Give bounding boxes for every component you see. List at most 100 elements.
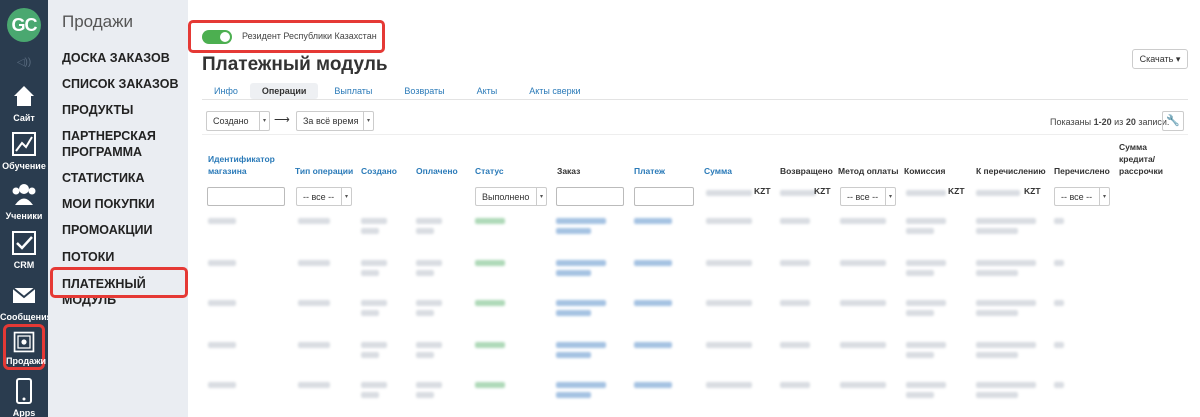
table-cell[interactable] (556, 228, 591, 234)
table-cell (1054, 382, 1064, 388)
table-cell[interactable] (634, 382, 672, 388)
col-operation-type[interactable]: Тип операции (295, 165, 353, 177)
table-cell[interactable] (556, 260, 606, 266)
table-cell (361, 342, 387, 348)
date-range-value: За всё время (303, 116, 359, 126)
amount-currency: KZT (754, 186, 771, 196)
table-cell (361, 218, 387, 224)
rail-item-label: Обучение (2, 161, 46, 171)
table-cell (475, 300, 505, 306)
table-cell[interactable] (556, 382, 606, 388)
gc-logo[interactable]: GC (7, 8, 41, 42)
download-label: Скачать (1139, 54, 1174, 64)
status-filter[interactable]: Выполнено ▾ (475, 187, 547, 206)
tab-payouts[interactable]: Выплаты (318, 83, 388, 99)
rail-item-learning[interactable]: Обучение (0, 130, 48, 171)
table-cell (706, 300, 752, 306)
table-cell (361, 300, 387, 306)
menu-item-products[interactable]: Продукты (62, 102, 184, 118)
table-cell (976, 310, 1018, 316)
tab-info[interactable]: Инфо (202, 83, 250, 99)
caret-down-icon: ▾ (1099, 188, 1109, 206)
col-paid[interactable]: Оплачено (416, 165, 458, 177)
col-created[interactable]: Создано (361, 165, 397, 177)
pagination-summary: Показаны 1-20 из 20 записи. (1050, 117, 1169, 127)
date-range-select[interactable]: За всё время ▾ (296, 111, 374, 131)
table-cell (840, 260, 886, 266)
table-cell[interactable] (556, 310, 591, 316)
table-cell (1054, 300, 1064, 306)
table-cell (416, 300, 442, 306)
date-field-select[interactable]: Создано ▾ (206, 111, 270, 131)
amount-filter-value[interactable] (706, 190, 752, 196)
rail-item-messages[interactable]: Сообщения (0, 281, 52, 322)
operation-type-filter-value: -- все -- (303, 192, 335, 202)
table-cell (208, 260, 236, 266)
tab-refunds[interactable]: Возвраты (388, 83, 460, 99)
payment-method-filter[interactable]: -- все -- ▾ (840, 187, 896, 206)
refunded-filter-value[interactable] (780, 190, 816, 196)
tab-reconciliation-acts[interactable]: Акты сверки (513, 83, 596, 99)
menu-item-orders-board[interactable]: Доска заказов (62, 50, 184, 66)
to-transfer-filter-value[interactable] (976, 190, 1020, 196)
wrench-icon[interactable]: 🔧 (1162, 111, 1184, 131)
table-cell (906, 382, 946, 388)
operation-type-filter[interactable]: -- все -- ▾ (296, 187, 352, 206)
rail-item-site[interactable]: Сайт (0, 82, 48, 123)
table-cell (906, 352, 934, 358)
table-cell (361, 270, 380, 276)
table-cell (1054, 342, 1064, 348)
table-cell[interactable] (634, 300, 672, 306)
table-cell (361, 310, 380, 316)
table-cell (416, 270, 435, 276)
table-cell[interactable] (556, 352, 591, 358)
menu-item-partner-program[interactable]: Партнерская программа (62, 128, 184, 160)
rail-item-students[interactable]: Ученики (0, 180, 48, 221)
shop-id-filter[interactable] (207, 187, 285, 206)
table-cell (361, 382, 387, 388)
col-shop-id[interactable]: Идентификатор магазина (208, 153, 288, 177)
table-cell[interactable] (556, 342, 606, 348)
col-status[interactable]: Статус (475, 165, 504, 177)
table-cell (361, 228, 380, 234)
table-cell[interactable] (634, 342, 672, 348)
col-amount[interactable]: Сумма (704, 165, 732, 177)
table-cell[interactable] (556, 218, 606, 224)
rail-item-sales[interactable]: Продажи (3, 324, 46, 370)
menu-item-statistics[interactable]: Статистика (62, 170, 184, 186)
menu-item-my-purchases[interactable]: Мои покупки (62, 196, 184, 212)
resident-toggle[interactable] (202, 30, 232, 44)
sound-icon[interactable]: ◁)) (0, 57, 48, 68)
menu-item-orders-list[interactable]: Список заказов (62, 76, 184, 92)
page-title: Платежный модуль (202, 54, 388, 75)
tab-operations[interactable]: Операции (249, 83, 319, 99)
table-cell[interactable] (634, 260, 672, 266)
refunded-currency: KZT (814, 186, 831, 196)
payment-filter[interactable] (634, 187, 694, 206)
table-cell (416, 228, 435, 234)
table-cell (416, 352, 435, 358)
table-cell[interactable] (556, 300, 606, 306)
tab-acts[interactable]: Акты (461, 83, 514, 99)
commission-filter-value[interactable] (906, 190, 946, 196)
col-payment[interactable]: Платеж (634, 165, 665, 177)
table-cell (780, 342, 810, 348)
col-commission: Комиссия (904, 166, 946, 176)
commission-currency: KZT (948, 186, 965, 196)
rail-item-apps[interactable]: Apps (0, 377, 48, 417)
menu-item-promotions[interactable]: Промоакции (62, 222, 184, 238)
payment-module-highlight (50, 267, 188, 298)
download-button[interactable]: Скачать ▾ (1132, 49, 1188, 69)
sales-menu: Продажи Доска заказов Список заказов Про… (48, 0, 188, 417)
order-filter[interactable] (556, 187, 624, 206)
rail-item-crm[interactable]: CRM (0, 229, 48, 270)
transferred-filter[interactable]: -- все -- ▾ (1054, 187, 1110, 206)
menu-item-streams[interactable]: Потоки (62, 249, 184, 265)
menu-title: Продажи (62, 12, 133, 31)
table-cell[interactable] (556, 270, 591, 276)
table-cell (976, 218, 1036, 224)
table-cell[interactable] (556, 392, 591, 398)
app-rail: GC ◁)) Сайт Обучение Ученики CRM Сообщен… (0, 0, 52, 417)
table-cell[interactable] (634, 218, 672, 224)
table-cell (780, 260, 810, 266)
